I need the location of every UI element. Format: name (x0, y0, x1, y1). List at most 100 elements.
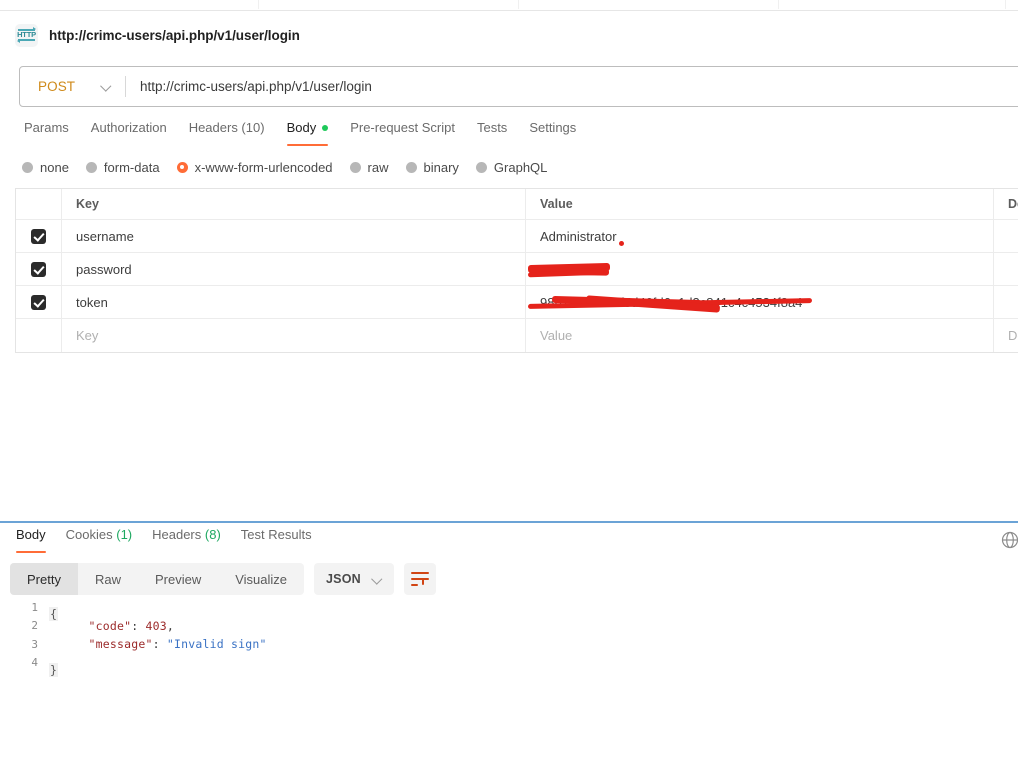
view-visualize-button[interactable]: Visualize (218, 563, 304, 595)
json-comma: , (166, 618, 174, 633)
json-number: 403 (145, 618, 167, 633)
method-dropdown[interactable]: POST (20, 67, 125, 106)
row-value-cell[interactable] (526, 241, 994, 285)
row-key-cell[interactable]: username (62, 220, 526, 252)
radio-graphql[interactable]: GraphQL (475, 159, 548, 175)
header-cell-description: De (1008, 197, 1018, 211)
tab-count: (1) (116, 527, 133, 542)
header-cell-key: Key (62, 189, 526, 219)
row-checkbox-cell (16, 319, 62, 352)
url-bar: POST http://crimc-users/api.php/v1/user/… (19, 66, 1018, 107)
tab-pre-request-script[interactable]: Pre-request Script (339, 118, 466, 146)
new-row-description-cell[interactable]: De (994, 319, 1018, 352)
line-number: 4 (31, 656, 38, 670)
new-row-key-placeholder: Key (76, 328, 99, 343)
response-body-viewer[interactable]: 1 { 2 "code": 403, 3 "message": "Invalid… (0, 598, 1018, 688)
params-table: Key Value De username Administrator pass… (15, 188, 1018, 353)
tab-label: Headers (152, 527, 202, 542)
chevron-down-icon (373, 575, 382, 584)
chevron-down-icon (102, 82, 111, 91)
row-description-cell[interactable] (994, 286, 1018, 318)
row-value-text: Administrator (540, 228, 617, 244)
new-row-value-placeholder: Value (540, 328, 573, 343)
radio-label: none (40, 159, 69, 175)
row-checkbox[interactable] (31, 294, 46, 310)
row-value-cell[interactable]: Administrator (526, 220, 994, 252)
json-punctuation: : (152, 637, 167, 652)
active-tab-underline (16, 550, 46, 553)
tab-label: Body (286, 120, 317, 135)
row-key-text: token (76, 294, 108, 310)
radio-form-data[interactable]: form-data (85, 160, 160, 175)
code-line: 3 "message": "Invalid sign" (0, 635, 1018, 654)
response-tab-headers[interactable]: Headers (8) (142, 527, 231, 553)
table-row: password (16, 241, 1018, 286)
response-pane-divider[interactable] (0, 521, 1018, 523)
row-checkbox[interactable] (31, 228, 46, 244)
tab-label: Cookies (65, 527, 113, 542)
radio-binary[interactable]: binary (405, 159, 459, 175)
radio-icon (22, 161, 33, 173)
response-tab-body[interactable]: Body (6, 527, 56, 553)
new-row-description-placeholder: De (1008, 328, 1018, 343)
tab-label: Authorization (90, 120, 167, 135)
line-number: 2 (31, 619, 38, 633)
radio-raw[interactable]: raw (349, 159, 389, 175)
row-value-cell[interactable]: 98b1a4f2-683f5d46fd6e1d3c841c4c4534f8a4 (526, 286, 994, 318)
json-key: "message" (88, 637, 153, 652)
row-key-text: password (76, 261, 132, 277)
radio-icon (349, 161, 361, 173)
code-line: 2 "code": 403, (0, 617, 1018, 636)
response-view-segmented-control: Pretty Raw Preview Visualize (10, 563, 305, 595)
radio-icon (85, 161, 97, 173)
response-tabs: Body Cookies (1) Headers (8) Test Result… (0, 527, 1018, 555)
workspace-tab-strip[interactable] (0, 0, 1018, 11)
response-tab-cookies[interactable]: Cookies (1) (56, 527, 142, 553)
tab-headers[interactable]: Headers (10) (178, 118, 276, 146)
new-row-value-cell[interactable]: Value (526, 319, 994, 352)
row-key-text: username (76, 228, 134, 244)
globe-icon[interactable] (1000, 530, 1018, 550)
view-preview-button[interactable]: Preview (138, 563, 218, 595)
radio-x-www-form-urlencoded[interactable]: x-www-form-urlencoded (176, 160, 333, 175)
radio-label: binary (423, 159, 459, 175)
tab-authorization[interactable]: Authorization (80, 118, 178, 146)
view-raw-button[interactable]: Raw (78, 563, 138, 595)
tab-label: Headers (10) (188, 120, 265, 135)
row-key-cell[interactable]: password (62, 253, 526, 285)
http-badge-icon: HTTP (15, 23, 38, 47)
word-wrap-button[interactable] (403, 563, 436, 595)
url-input[interactable]: http://crimc-users/api.php/v1/user/login (126, 67, 1018, 106)
tab-label: Pre-request Script (350, 120, 455, 135)
table-row: username Administrator (16, 220, 1018, 253)
response-tab-test-results[interactable]: Test Results (231, 527, 322, 553)
line-number: 3 (31, 637, 38, 651)
radio-none[interactable]: none (22, 160, 69, 175)
method-label: POST (38, 79, 76, 94)
tab-settings[interactable]: Settings (518, 118, 587, 146)
row-description-cell[interactable] (994, 220, 1018, 252)
tab-tests[interactable]: Tests (466, 118, 518, 146)
table-header-row: Key Value De (16, 189, 1018, 220)
row-checkbox-cell (16, 220, 62, 252)
row-description-cell[interactable] (994, 253, 1018, 285)
tab-body[interactable]: Body (276, 118, 340, 146)
response-format-dropdown[interactable]: JSON (314, 563, 394, 595)
active-tab-underline (286, 143, 329, 146)
tab-params[interactable]: Params (13, 118, 80, 146)
row-checkbox-cell (16, 286, 62, 318)
header-cell-check (16, 189, 62, 219)
row-checkbox[interactable] (31, 261, 46, 277)
radio-label: GraphQL (493, 159, 548, 175)
view-pretty-button[interactable]: Pretty (10, 563, 78, 595)
radio-icon (475, 161, 487, 173)
new-row-key-cell[interactable]: Key (62, 319, 526, 352)
request-tabs: Params Authorization Headers (10) Body P… (0, 118, 1018, 148)
tab-label: Params (24, 120, 69, 135)
code-line: 1 { (0, 598, 1018, 622)
radio-selected-icon (176, 161, 188, 173)
radio-label: raw (367, 159, 389, 175)
page-title: http://crimc-users/api.php/v1/user/login (49, 27, 300, 43)
row-key-cell[interactable]: token (62, 286, 526, 318)
